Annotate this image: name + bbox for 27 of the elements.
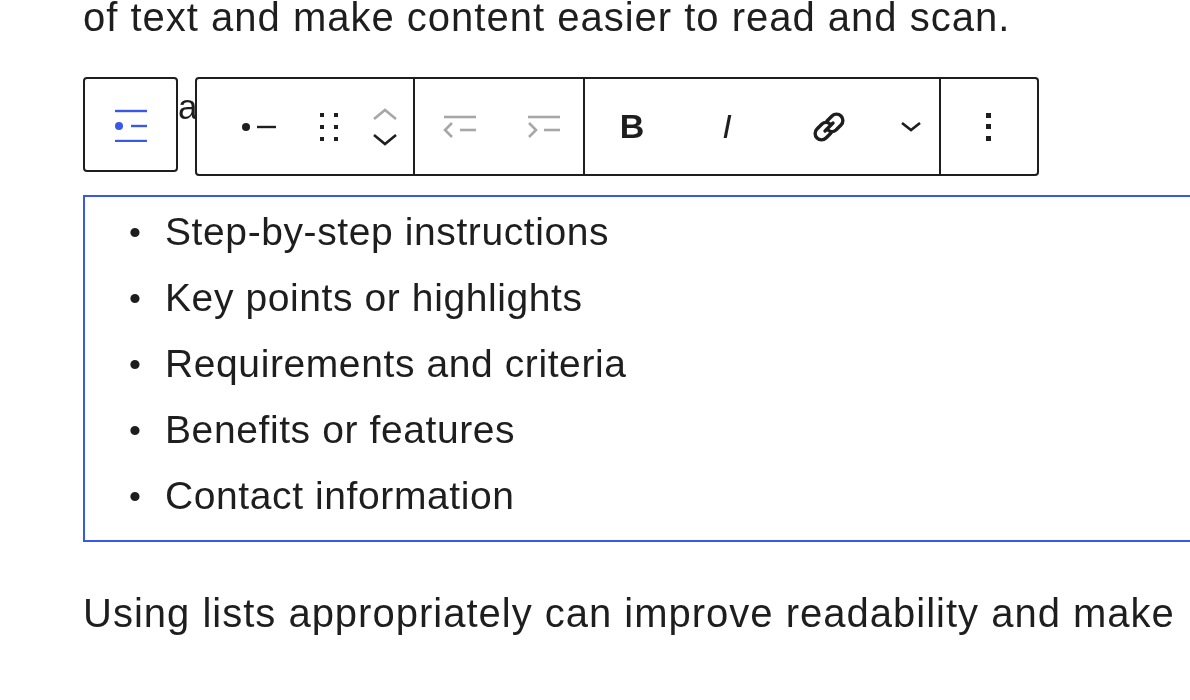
bullet: • [129, 476, 143, 517]
list-item: Key points or highlights [165, 275, 583, 321]
block-type-button[interactable] [83, 77, 178, 172]
list-icon [113, 107, 148, 142]
chevron-up-icon [373, 107, 397, 120]
list-item: Step-by-step instructions [165, 209, 610, 255]
bullet: • [129, 278, 143, 319]
outdent-icon [443, 114, 477, 139]
more-options-icon [986, 112, 992, 141]
paragraph: Using lists appropriately can improve readability and make [83, 590, 1176, 636]
list-item: Benefits or features [165, 407, 516, 453]
drag-handle-icon [320, 112, 338, 141]
list-style-icon [241, 120, 277, 133]
paragraph-text: a [178, 86, 195, 128]
bullet: • [129, 344, 143, 385]
bullet: • [129, 410, 143, 451]
bold-button[interactable]: B [585, 79, 679, 174]
move-down-button[interactable] [373, 133, 397, 146]
list-item: Contact information [165, 473, 515, 519]
indent-icon [527, 114, 561, 139]
bullet: • [129, 212, 143, 253]
chevron-down-icon [373, 133, 397, 146]
italic-button[interactable]: I [679, 79, 775, 174]
link-icon [812, 109, 846, 144]
chevron-down-icon [901, 121, 921, 132]
paragraph: of text and make content easier to read and scan. [83, 0, 1012, 40]
list-item: Requirements and criteria [165, 341, 627, 387]
